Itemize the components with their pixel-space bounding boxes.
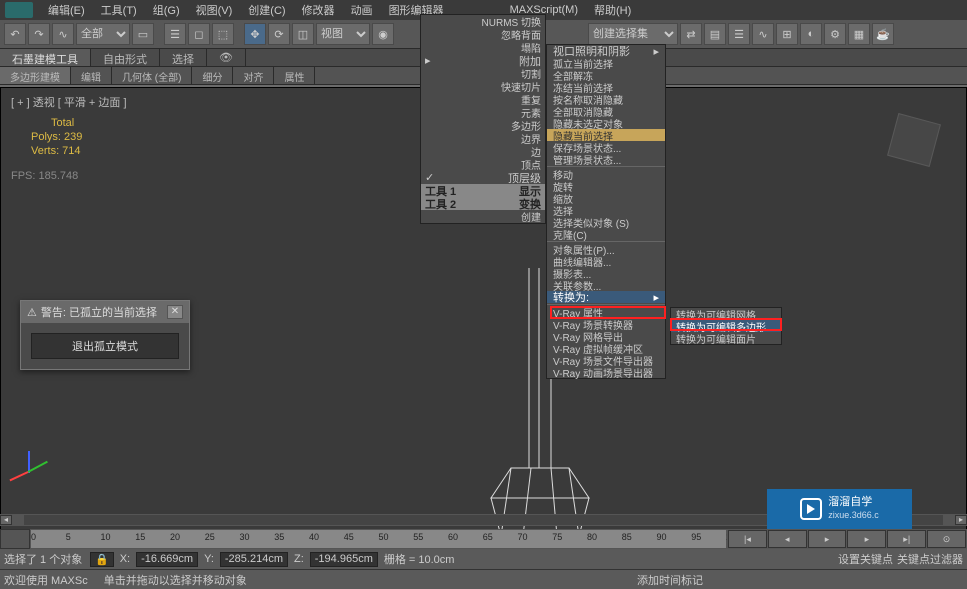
coord-z-field[interactable]: -194.965cm: [310, 552, 378, 567]
schematic-button[interactable]: ⊞: [776, 23, 798, 45]
quad-menu-right: 视口照明和阴影▸ 孤立当前选择 全部解冻 冻结当前选择 按名称取消隐藏 全部取消…: [546, 44, 666, 379]
time-ticks[interactable]: 0510152025303540455055606570758085909510…: [30, 529, 727, 549]
viewport-stats: Total Polys: 239 Verts: 714: [31, 116, 82, 158]
subtab-polymodel[interactable]: 多边形建模: [0, 67, 71, 84]
y-label: Y:: [204, 553, 214, 565]
sm-editable-patch[interactable]: 转换为可编辑面片: [671, 332, 781, 344]
menu-edit[interactable]: 编辑(E): [40, 0, 93, 20]
tab-eye-icon[interactable]: 👁: [207, 49, 246, 66]
layers-button[interactable]: ☰: [728, 23, 750, 45]
material-editor-button[interactable]: ◐: [800, 23, 822, 45]
menu-tools[interactable]: 工具(T): [93, 0, 145, 20]
coord-x-field[interactable]: -16.669cm: [136, 552, 198, 567]
warning-icon: ⚠: [27, 306, 37, 319]
prev-frame-button[interactable]: ◂: [768, 530, 807, 548]
render-setup-button[interactable]: ⚙: [824, 23, 846, 45]
grid-info: 栅格 = 10.0cm: [384, 551, 455, 567]
playback-controls: |◂ ◂ ▸ ▸ ▸| ⊙: [727, 529, 967, 549]
curve-editor-button[interactable]: ∿: [752, 23, 774, 45]
play-logo-icon: [800, 498, 822, 520]
link-button[interactable]: ∿: [52, 23, 74, 45]
cm-vray-anim-export[interactable]: V-Ray 动画场景导出器: [547, 366, 665, 378]
use-center-button[interactable]: ◉: [372, 23, 394, 45]
subtab-align[interactable]: 对齐: [233, 67, 274, 84]
selection-info: 选择了 1 个对象: [4, 551, 84, 567]
close-button[interactable]: ✕: [167, 305, 183, 319]
fps-counter: FPS: 185.748: [11, 170, 78, 182]
z-label: Z:: [294, 553, 304, 565]
add-time-marker[interactable]: 添加时间标记: [637, 572, 703, 588]
viewport-label[interactable]: [ + ] 透视 [ 平滑 + 边面 ]: [11, 94, 127, 110]
menu-modifiers[interactable]: 修改器: [294, 0, 343, 20]
isolate-warning-dialog: ⚠ 警告: 已孤立的当前选择 ✕ 退出孤立模式: [20, 300, 190, 370]
window-crossing-button[interactable]: ⬚: [212, 23, 234, 45]
move-button[interactable]: ✥: [244, 23, 266, 45]
align-button[interactable]: ▤: [704, 23, 726, 45]
axis-gizmo: [15, 453, 47, 485]
redo-button[interactable]: ↷: [28, 23, 50, 45]
dialog-title: 警告: 已孤立的当前选择: [41, 304, 157, 320]
select-name-button[interactable]: ☰: [164, 23, 186, 45]
qm-border[interactable]: 边界: [421, 132, 545, 145]
subtab-subdivide[interactable]: 细分: [192, 67, 233, 84]
key-mode-button[interactable]: ⊙: [927, 530, 966, 548]
tab-graphite[interactable]: 石墨建模工具: [0, 49, 91, 66]
scale-button[interactable]: ◫: [292, 23, 314, 45]
scroll-left-button[interactable]: ◂: [0, 515, 12, 525]
select-region-button[interactable]: ◻: [188, 23, 210, 45]
watermark: 溜溜自学 zixue.3d66.c: [767, 489, 912, 529]
quad-menu-left: NURMS 切换 忽略背面 塌陷 ▸附加 切割 快速切片 重复 元素 多边形 边…: [420, 14, 546, 224]
status-bar: 选择了 1 个对象 🔒 X: -16.669cm Y: -285.214cm Z…: [0, 549, 967, 569]
select-button[interactable]: ▭: [132, 23, 154, 45]
dialog-titlebar[interactable]: ⚠ 警告: 已孤立的当前选择 ✕: [21, 301, 189, 323]
selection-filter-dropdown[interactable]: 全部: [76, 23, 130, 45]
subtab-geometry[interactable]: 几何体 (全部): [112, 67, 192, 84]
named-selection-dropdown[interactable]: 创建选择集: [588, 23, 678, 45]
convert-submenu: 转换为可编辑网格 转换为可编辑多边形 转换为可编辑面片: [670, 307, 782, 345]
app-logo-icon[interactable]: [5, 2, 33, 18]
goto-start-button[interactable]: |◂: [728, 530, 767, 548]
key-filter-button[interactable]: 关键点过滤器: [897, 551, 963, 567]
scroll-right-button[interactable]: ▸: [955, 515, 967, 525]
status-bar-2: 欢迎使用 MAXSc 单击并拖动以选择并移动对象 添加时间标记: [0, 569, 967, 589]
subtab-edit[interactable]: 编辑: [71, 67, 112, 84]
next-frame-button[interactable]: ▸: [847, 530, 886, 548]
cm-manage-scene-state[interactable]: 管理场景状态...: [547, 153, 665, 165]
render-button[interactable]: ☕: [872, 23, 894, 45]
viewcube[interactable]: [887, 113, 941, 167]
menu-create[interactable]: 创建(C): [240, 0, 293, 20]
menu-view[interactable]: 视图(V): [188, 0, 241, 20]
hint-text: 单击并拖动以选择并移动对象: [104, 572, 247, 588]
undo-button[interactable]: ↶: [4, 23, 26, 45]
menu-group[interactable]: 组(G): [145, 0, 188, 20]
subtab-props[interactable]: 属性: [274, 67, 315, 84]
reference-coord-dropdown[interactable]: 视图: [316, 23, 370, 45]
rotate-button[interactable]: ⟳: [268, 23, 290, 45]
watermark-url: zixue.3d66.c: [828, 509, 879, 522]
cm-convert-to[interactable]: 转换为:▸: [547, 291, 665, 303]
coord-y-field[interactable]: -285.214cm: [220, 552, 288, 567]
menu-animation[interactable]: 动画: [343, 0, 381, 20]
time-ruler[interactable]: 0510152025303540455055606570758085909510…: [0, 529, 727, 549]
x-label: X:: [120, 553, 130, 565]
time-slider-head[interactable]: [0, 529, 30, 549]
lock-icon[interactable]: 🔒: [90, 552, 114, 567]
set-key-button[interactable]: 设置关键点: [838, 551, 893, 567]
welcome-text: 欢迎使用 MAXSc: [4, 572, 88, 588]
qm-create[interactable]: 创建: [421, 210, 545, 223]
goto-end-button[interactable]: ▸|: [887, 530, 926, 548]
render-frame-button[interactable]: ▦: [848, 23, 870, 45]
exit-isolate-button[interactable]: 退出孤立模式: [31, 333, 179, 359]
cm-clone[interactable]: 克隆(C): [547, 228, 665, 240]
menu-help[interactable]: 帮助(H): [586, 0, 639, 20]
watermark-brand: 溜溜自学: [828, 496, 879, 509]
tab-selection[interactable]: 选择: [160, 49, 207, 66]
play-button[interactable]: ▸: [808, 530, 847, 548]
mirror-button[interactable]: ⇄: [680, 23, 702, 45]
tab-freeform[interactable]: 自由形式: [91, 49, 160, 66]
